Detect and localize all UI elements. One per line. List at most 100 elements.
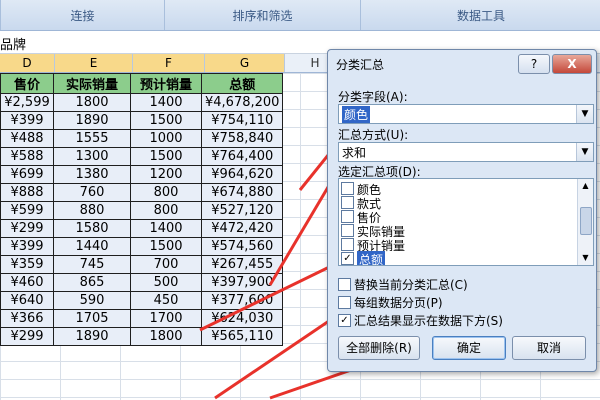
table-cell[interactable]: ¥758,840 <box>200 129 284 148</box>
summary-item[interactable]: 款式 <box>341 195 573 211</box>
scroll-down-icon[interactable]: ▼ <box>578 251 593 265</box>
table-cell[interactable]: ¥377,600 <box>200 291 284 310</box>
table-cell[interactable]: ¥674,880 <box>200 183 284 202</box>
table-cell[interactable]: ¥764,400 <box>200 147 284 166</box>
table-cell[interactable]: 590 <box>53 291 131 310</box>
table-cell[interactable]: 1500 <box>130 147 202 166</box>
header-cell[interactable]: 售价 <box>0 73 54 94</box>
table-cell[interactable]: 1580 <box>53 219 131 238</box>
table-cell[interactable]: 700 <box>130 255 202 274</box>
table-cell[interactable]: ¥754,110 <box>200 111 284 130</box>
field-select[interactable]: 颜色 ▼ <box>338 104 594 124</box>
column-header-f[interactable]: F <box>133 54 205 72</box>
table-cell[interactable]: 745 <box>53 255 131 274</box>
table-row: ¥399 1890 1500 ¥754,110 <box>0 111 284 130</box>
table-row: ¥2,599 1800 1400 ¥4,678,200 <box>0 93 284 112</box>
table-cell[interactable]: 1700 <box>130 309 202 328</box>
table-cell[interactable]: ¥472,420 <box>200 219 284 238</box>
table-cell[interactable]: 1380 <box>53 165 131 184</box>
chevron-down-icon[interactable]: ▼ <box>576 105 593 123</box>
summary-item[interactable]: 售价 <box>341 209 573 225</box>
table-cell[interactable]: ¥397,900 <box>200 273 284 292</box>
table-cell[interactable]: ¥599 <box>0 201 54 220</box>
table-cell[interactable]: 1000 <box>130 129 202 148</box>
chevron-down-icon[interactable]: ▼ <box>576 143 593 161</box>
table-cell[interactable]: ¥488 <box>0 129 54 148</box>
table-cell[interactable]: ¥565,110 <box>200 327 284 346</box>
table-row: ¥299 1890 1800 ¥565,110 <box>0 327 284 346</box>
table-cell[interactable]: ¥366 <box>0 309 54 328</box>
table-cell[interactable]: 1800 <box>130 327 202 346</box>
ribbon-group-connections[interactable]: 连接 <box>0 0 164 30</box>
table-cell[interactable]: ¥399 <box>0 237 54 256</box>
table-cell[interactable]: ¥888 <box>0 183 54 202</box>
column-header-g[interactable]: G <box>205 54 285 72</box>
data-table: 售价 实际销量 预计销量 总额 ¥2,599 1800 1400 ¥4,678,200 ¥399… <box>0 73 284 346</box>
header-cell[interactable]: 实际销量 <box>53 73 131 94</box>
table-cell[interactable]: 865 <box>53 273 131 292</box>
scroll-thumb[interactable] <box>580 207 592 235</box>
summary-items-list[interactable]: 颜色 款式 售价 实际销量 预计销量 ✓ 总额 ▲ ▼ <box>338 178 594 266</box>
column-header-e[interactable]: E <box>55 54 133 72</box>
table-cell[interactable]: 500 <box>130 273 202 292</box>
checkbox[interactable] <box>341 238 354 251</box>
table-cell[interactable]: ¥699 <box>0 165 54 184</box>
summary-item[interactable]: 颜色 <box>341 181 573 197</box>
ribbon-group-data-tools[interactable]: 数据工具 <box>360 0 600 30</box>
summary-item[interactable]: 实际销量 <box>341 223 573 239</box>
table-cell[interactable]: ¥640 <box>0 291 54 310</box>
table-cell[interactable]: ¥460 <box>0 273 54 292</box>
header-cell[interactable]: 总额 <box>200 73 284 94</box>
table-cell[interactable]: ¥527,120 <box>200 201 284 220</box>
summary-item[interactable]: 预计销量 <box>341 237 573 253</box>
table-cell[interactable]: 1300 <box>53 147 131 166</box>
table-cell[interactable]: ¥359 <box>0 255 54 274</box>
func-select[interactable]: 求和 ▼ <box>338 142 594 162</box>
checkbox[interactable] <box>341 210 354 223</box>
table-cell[interactable]: 1400 <box>130 219 202 238</box>
cancel-button[interactable]: 取消 <box>512 336 586 360</box>
table-cell[interactable]: ¥4,678,200 <box>200 93 284 112</box>
checkbox[interactable]: ✓ <box>341 252 354 265</box>
table-cell[interactable]: 1890 <box>53 111 131 130</box>
table-cell[interactable]: ¥299 <box>0 327 54 346</box>
scroll-up-icon[interactable]: ▲ <box>578 179 593 193</box>
table-cell[interactable]: ¥574,560 <box>200 237 284 256</box>
ok-button[interactable]: 确定 <box>432 336 506 360</box>
summary-item[interactable]: ✓ 总额 <box>341 251 573 265</box>
table-cell[interactable]: ¥624,030 <box>200 309 284 328</box>
table-cell[interactable]: ¥399 <box>0 111 54 130</box>
table-cell[interactable]: ¥299 <box>0 219 54 238</box>
table-cell[interactable]: 450 <box>130 291 202 310</box>
close-button[interactable]: X <box>552 54 592 74</box>
checkbox[interactable] <box>341 196 354 209</box>
table-cell[interactable]: 760 <box>53 183 131 202</box>
table-cell[interactable]: ¥964,620 <box>200 165 284 184</box>
table-cell[interactable]: 800 <box>130 201 202 220</box>
table-cell[interactable]: 1800 <box>53 93 131 112</box>
table-cell[interactable]: 1890 <box>53 327 131 346</box>
remove-all-button[interactable]: 全部删除(R) <box>338 336 420 360</box>
checkbox[interactable] <box>341 182 354 195</box>
ribbon-group-sort-filter[interactable]: 排序和筛选 <box>164 0 360 30</box>
table-cell[interactable]: 1555 <box>53 129 131 148</box>
scrollbar[interactable]: ▲ ▼ <box>577 179 593 265</box>
checkbox[interactable] <box>338 278 351 291</box>
checkbox[interactable]: ✓ <box>338 314 351 327</box>
checkbox[interactable] <box>338 296 351 309</box>
table-cell[interactable]: ¥2,599 <box>0 93 54 112</box>
table-cell[interactable]: 1705 <box>53 309 131 328</box>
table-cell[interactable]: 1440 <box>53 237 131 256</box>
table-cell[interactable]: 1500 <box>130 111 202 130</box>
table-cell[interactable]: 880 <box>53 201 131 220</box>
column-header-d[interactable]: D <box>0 54 55 72</box>
table-cell[interactable]: 1400 <box>130 93 202 112</box>
help-button[interactable]: ? <box>518 54 550 74</box>
table-cell[interactable]: ¥588 <box>0 147 54 166</box>
header-cell[interactable]: 预计销量 <box>130 73 202 94</box>
table-cell[interactable]: 800 <box>130 183 202 202</box>
table-cell[interactable]: ¥267,455 <box>200 255 284 274</box>
table-cell[interactable]: 1500 <box>130 237 202 256</box>
checkbox[interactable] <box>341 224 354 237</box>
table-cell[interactable]: 1200 <box>130 165 202 184</box>
